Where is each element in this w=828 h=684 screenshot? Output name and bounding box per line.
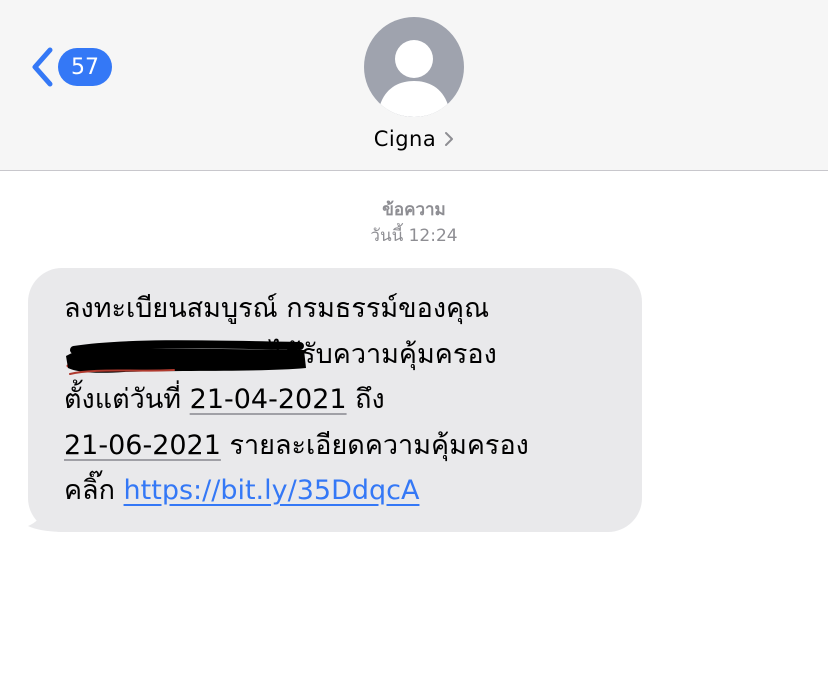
start-date[interactable]: 21-04-2021 (190, 384, 347, 415)
contact-name-button[interactable]: Cigna (0, 124, 828, 154)
person-silhouette-icon (380, 40, 448, 117)
back-button[interactable]: 57 (28, 42, 112, 92)
message-bubble[interactable]: ลงทะเบียนสมบูรณ์ กรมธรรม์ของคุณ ได้รับคว… (28, 268, 642, 532)
contact-avatar[interactable] (364, 17, 464, 117)
contact-name: Cigna (373, 127, 437, 151)
message-text: ลงทะเบียนสมบูรณ์ กรมธรรม์ของคุณ ได้รับคว… (64, 286, 620, 514)
incoming-message[interactable]: ลงทะเบียนสมบูรณ์ กรมธรรม์ของคุณ ได้รับคว… (28, 268, 642, 532)
click-text: คลิ๊ก (64, 475, 124, 506)
timestamp-label: ข้อความ (382, 200, 446, 220)
unread-count-badge: 57 (58, 48, 112, 86)
date-conjunction: ถึง (346, 384, 385, 415)
end-date[interactable]: 21-06-2021 (64, 430, 221, 461)
chevron-left-icon (32, 47, 53, 87)
redaction-scribble (66, 340, 306, 375)
date-prefix: ตั้งแต่วันที่ (64, 384, 190, 415)
timestamp-time: วันนี้ 12:24 (370, 226, 458, 246)
message-line-5: คลิ๊ก https://bit.ly/35DdqcA (64, 468, 620, 514)
message-link[interactable]: https://bit.ly/35DdqcA (124, 475, 420, 506)
chevron-right-icon (445, 132, 454, 146)
message-line-1: ลงทะเบียนสมบูรณ์ กรมธรรม์ของคุณ (64, 293, 490, 324)
message-line-3: ตั้งแต่วันที่ 21-04-2021 ถึง (64, 377, 620, 423)
message-line-4: 21-06-2021 รายละเอียดความคุ้มครอง (64, 423, 620, 469)
message-timestamp: ข้อความ วันนี้ 12:24 (0, 197, 828, 249)
conversation-header: 57 Cigna (0, 0, 828, 171)
details-text: รายละเอียดความคุ้มครอง (220, 429, 529, 461)
